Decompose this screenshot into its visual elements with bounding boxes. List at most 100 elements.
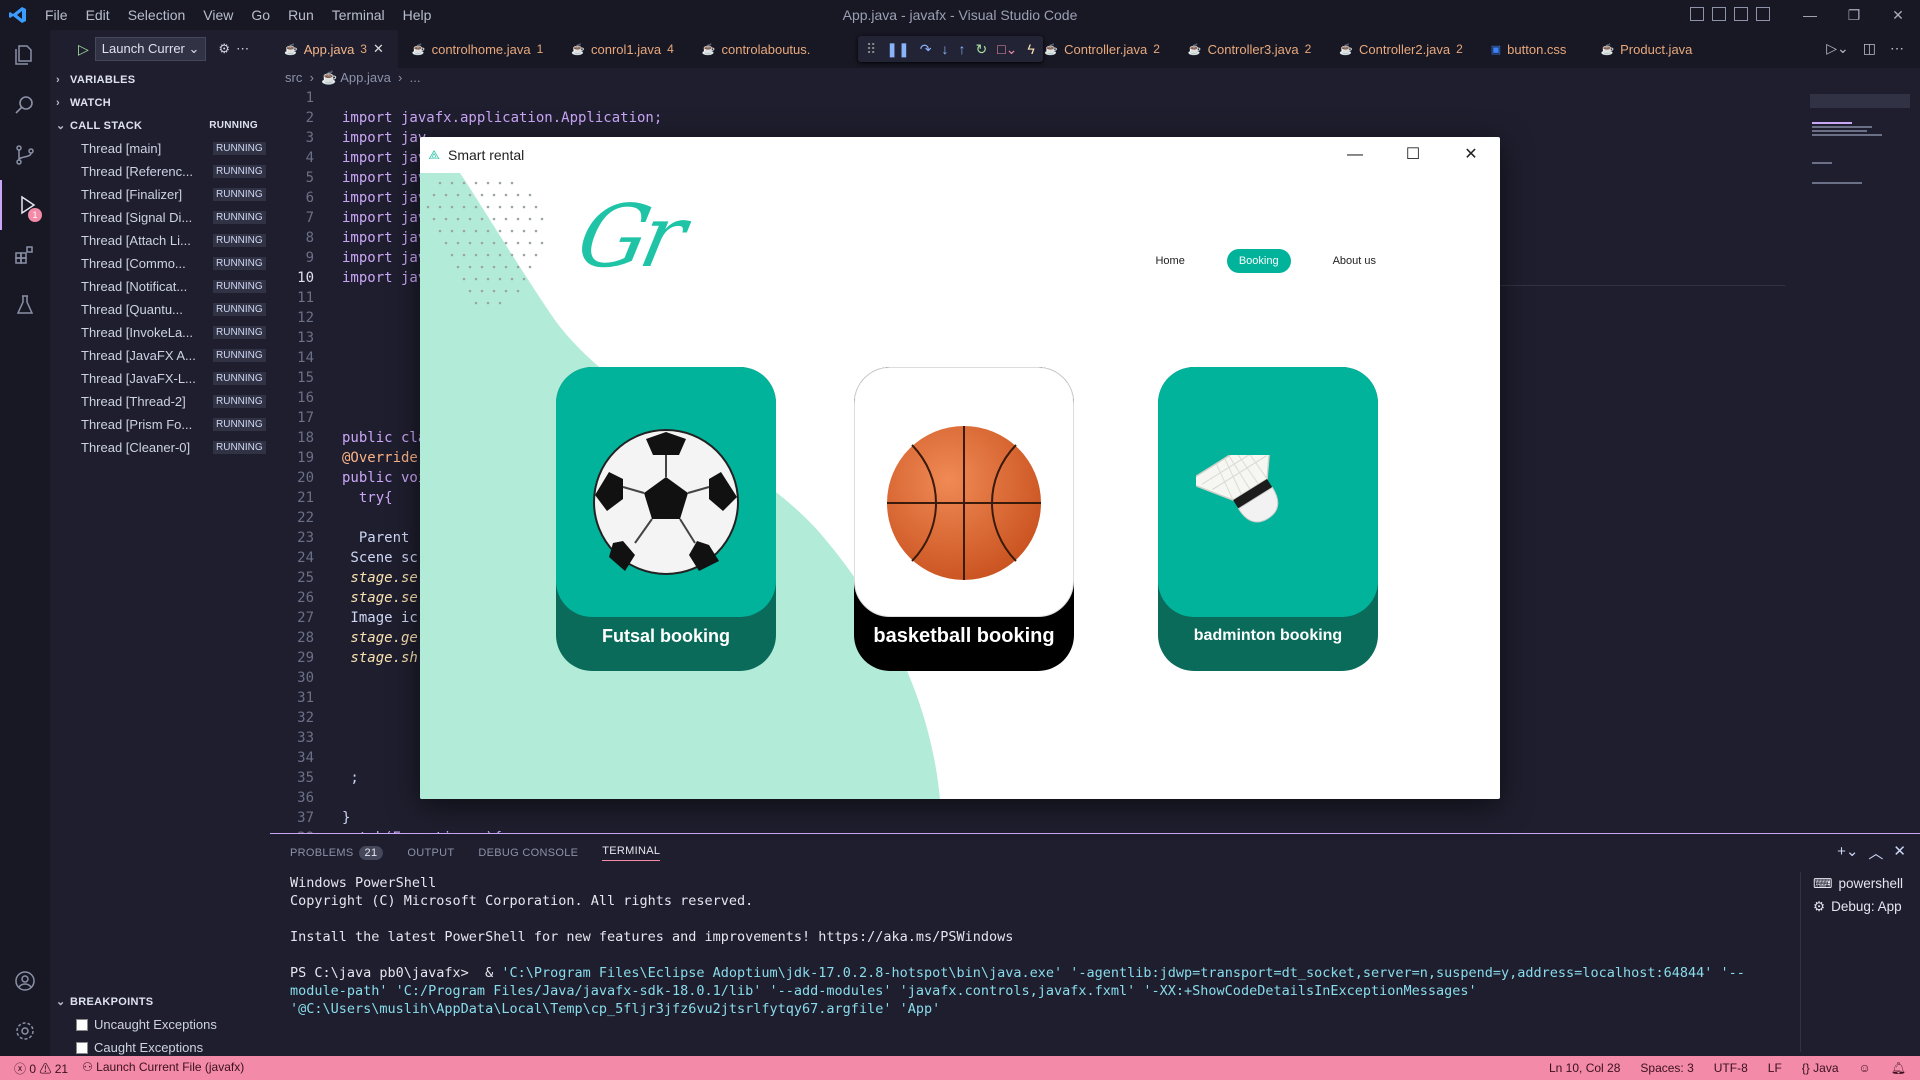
run-icon[interactable]: ▷⌄ [1826,40,1849,57]
toggle-secondary-sidebar-icon[interactable] [1734,7,1748,21]
call-stack-thread[interactable]: Thread [Thread-2] RUNNING [50,390,270,413]
call-stack-thread[interactable]: Thread [Referenc... RUNNING [50,160,270,183]
code-line[interactable]: import jav [342,190,426,206]
run-and-debug-icon[interactable]: 1 [0,180,50,230]
customize-layout-icon[interactable] [1756,7,1770,21]
badminton-booking-card[interactable]: badminton booking [1158,367,1378,671]
accounts-icon[interactable] [0,956,50,1006]
search-icon[interactable] [0,80,50,130]
call-stack-thread[interactable]: Thread [Notificat... RUNNING [50,275,270,298]
breadcrumb-src[interactable]: src [285,70,302,85]
breadcrumb-symbol[interactable]: ... [410,70,421,85]
editor-tab[interactable]: ☕ controlaboutus. [688,30,831,68]
code-line[interactable]: stage.ge [342,630,417,646]
code-line[interactable]: import jav [342,250,426,266]
futsal-booking-card[interactable]: Futsal booking [556,367,776,671]
call-stack-thread[interactable]: Thread [Commo... RUNNING [50,252,270,275]
breakpoint-uncaught[interactable]: Uncaught Exceptions [50,1013,270,1036]
toggle-panel-icon[interactable] [1712,7,1726,21]
terminal-item-debug[interactable]: ⚙ Debug: App [1801,895,1920,918]
code-line[interactable]: @Override [342,450,418,466]
code-line[interactable]: } [342,810,350,826]
code-line[interactable]: public cla [342,430,426,446]
more-actions-icon[interactable]: ⋯ [1890,40,1904,57]
code-line[interactable]: stage.se [342,570,417,586]
minimize-icon[interactable]: — [1788,0,1832,30]
code-line[interactable]: Image ic [342,610,417,626]
explorer-icon[interactable] [0,30,50,80]
code-line[interactable]: stage.sh [342,650,417,666]
menu-run[interactable]: Run [288,7,314,23]
editor-tab[interactable]: ☕ Controller2.java 2 [1325,30,1476,68]
start-debugging-icon[interactable]: ▷ [78,41,89,58]
indentation[interactable]: Spaces: 3 [1640,1061,1693,1075]
extensions-icon[interactable] [0,230,50,280]
code-line[interactable]: public voi [342,470,426,486]
app-maximize-icon[interactable]: ☐ [1384,137,1442,173]
launch-config-select[interactable]: Launch Currer ⌄ [94,37,207,61]
toggle-sidebar-icon[interactable] [1690,7,1704,21]
tab-output[interactable]: OUTPUT [407,847,454,859]
tab-close-icon[interactable]: ✕ [373,41,384,57]
menu-view[interactable]: View [203,7,233,23]
code-line[interactable]: import jav [342,150,426,166]
call-stack-section[interactable]: ⌄ CALL STACK RUNNING [50,114,270,137]
hot-code-replace-icon[interactable]: ϟ [1027,41,1034,57]
encoding[interactable]: UTF-8 [1714,1061,1748,1075]
open-launch-json-gear-icon[interactable]: ⚙ [218,41,230,57]
code-line[interactable]: import jav [342,170,426,186]
call-stack-thread[interactable]: Thread [JavaFX-L... RUNNING [50,367,270,390]
step-into-icon[interactable]: ↓ [941,41,948,57]
step-out-icon[interactable]: ↑ [958,41,965,57]
checkbox[interactable] [76,1018,88,1031]
breadcrumb-file[interactable]: App.java [340,70,391,85]
notifications-bell-icon[interactable]: 🔔︎ [1891,1061,1906,1075]
nav-home[interactable]: Home [1143,249,1196,273]
code-line[interactable]: Scene sc [342,550,417,566]
drag-handle-icon[interactable]: ⠿ [866,41,876,58]
feedback-icon[interactable]: ☺ [1859,1061,1871,1075]
cursor-position[interactable]: Ln 10, Col 28 [1549,1061,1620,1075]
call-stack-thread[interactable]: Thread [Attach Li... RUNNING [50,229,270,252]
editor-tab[interactable]: ☕ controlhome.java 1 [398,30,557,68]
menu-terminal[interactable]: Terminal [332,7,385,23]
nav-booking[interactable]: Booking [1226,249,1291,273]
code-line[interactable]: import jav [342,230,426,246]
breakpoints-section[interactable]: ⌄ BREAKPOINTS [50,990,270,1013]
menu-selection[interactable]: Selection [128,7,186,23]
step-over-icon[interactable]: ↷ [920,41,932,58]
basketball-booking-card[interactable]: basketball booking [854,367,1074,671]
minimap[interactable] [1800,92,1920,192]
call-stack-thread[interactable]: Thread [main] RUNNING [50,137,270,160]
call-stack-thread[interactable]: Thread [Quantu... RUNNING [50,298,270,321]
code-line[interactable]: import jav [342,210,426,226]
app-close-icon[interactable]: ✕ [1442,137,1500,173]
code-line[interactable]: ; [342,770,358,786]
language-mode[interactable]: {} Java [1802,1061,1839,1075]
app-minimize-icon[interactable]: — [1326,137,1384,173]
close-panel-icon[interactable]: ✕ [1893,842,1906,863]
restart-icon[interactable]: ↻ [975,41,987,58]
more-actions-icon[interactable]: ⋯ [236,41,249,57]
checkbox[interactable] [76,1041,88,1054]
code-line[interactable]: try{ [342,490,393,506]
menu-help[interactable]: Help [403,7,432,23]
call-stack-thread[interactable]: Thread [Finalizer] RUNNING [50,183,270,206]
stop-icon[interactable]: □⌄ [997,41,1017,58]
editor-tab[interactable]: ▣ button.css [1477,30,1587,68]
call-stack-thread[interactable]: Thread [Cleaner-0] RUNNING [50,436,270,459]
pause-icon[interactable]: ❚❚ [886,41,909,58]
maximize-panel-icon[interactable]: ︿ [1868,842,1883,863]
menu-file[interactable]: File [45,7,68,23]
source-control-icon[interactable] [0,130,50,180]
code-line[interactable]: stage.se [342,590,417,606]
code-line[interactable]: import javafx.application.Application; [342,110,662,126]
nav-about-us[interactable]: About us [1321,249,1388,273]
problems-status[interactable]: ⓧ 0 ⚠ 21 [14,1060,68,1077]
call-stack-thread[interactable]: Thread [JavaFX A... RUNNING [50,344,270,367]
menu-go[interactable]: Go [251,7,270,23]
call-stack-thread[interactable]: Thread [Prism Fo... RUNNING [50,413,270,436]
code-line[interactable]: import jav [342,130,426,146]
code-line[interactable]: Parent [342,530,410,546]
variables-section[interactable]: › VARIABLES [50,68,270,91]
